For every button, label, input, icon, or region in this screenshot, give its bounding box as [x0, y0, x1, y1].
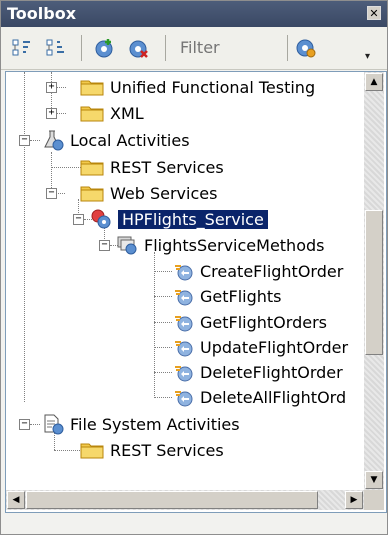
toolbar: ▾ — [1, 27, 387, 70]
tree-item-local-activities[interactable]: Local Activities — [42, 127, 190, 153]
scroll-left-button[interactable]: ◀ — [7, 491, 25, 509]
sort-descending-icon[interactable] — [45, 37, 67, 59]
add-service-icon[interactable] — [93, 37, 115, 59]
tree-item-label: GetFlights — [200, 286, 282, 306]
tree-line — [54, 450, 80, 451]
tree-item-label: Local Activities — [70, 130, 190, 150]
toolbox-tree: + Unified Functional Testing + XML − Loc… — [5, 71, 387, 513]
title-bar: Toolbox ✕ — [1, 1, 387, 27]
tree-item-flights-service-methods[interactable]: FlightsServiceMethods — [116, 232, 324, 258]
folder-icon — [80, 184, 104, 202]
sort-ascending-icon[interactable] — [11, 37, 33, 59]
toolbar-separator — [287, 35, 288, 61]
tree-item-label: DeleteAllFlightOrd — [200, 387, 347, 407]
method-icon — [172, 386, 194, 408]
method-icon — [172, 285, 194, 307]
tree-item-hpflights-service[interactable]: HPFlights_Service — [90, 206, 269, 232]
collapse-toggle[interactable]: − — [99, 240, 110, 251]
folder-icon — [80, 158, 104, 176]
folder-icon — [80, 78, 104, 96]
tree-line — [30, 140, 40, 141]
tree-item-web-services[interactable]: Web Services — [80, 180, 217, 206]
tree-item-label: DeleteFlightOrder — [200, 362, 343, 382]
tree-item-unified-functional-testing[interactable]: Unified Functional Testing — [80, 74, 315, 100]
tree-item-label: REST Services — [110, 440, 224, 460]
toolbar-overflow-icon[interactable]: ▾ — [365, 51, 370, 62]
refresh-service-icon[interactable] — [295, 37, 317, 59]
tree-line — [154, 397, 172, 398]
collapse-toggle[interactable]: − — [73, 214, 84, 225]
tree-item-method[interactable]: UpdateFlightOrder — [172, 334, 348, 360]
tree-item-label: UpdateFlightOrder — [200, 337, 349, 357]
tree-line — [154, 347, 172, 348]
tree-item-label: CreateFlightOrder — [200, 261, 344, 281]
tree-item-label: HPFlights_Service — [117, 208, 269, 230]
tree-item-method[interactable]: GetFlights — [172, 283, 282, 309]
collapse-toggle[interactable]: − — [19, 419, 30, 430]
remove-service-icon[interactable] — [127, 37, 149, 59]
tree-line — [154, 252, 155, 398]
toolbar-separator — [81, 35, 82, 61]
tree-line — [30, 424, 40, 425]
tree-line — [24, 72, 25, 402]
collapse-toggle[interactable]: − — [46, 188, 57, 199]
window-title: Toolbox — [7, 4, 77, 23]
scroll-down-button[interactable]: ▼ — [365, 471, 383, 489]
filter-input[interactable] — [174, 34, 280, 60]
tree-line — [154, 322, 172, 323]
horizontal-scrollbar[interactable]: ◀ ▶ — [6, 490, 364, 510]
folder-icon — [80, 104, 104, 122]
method-icon — [172, 336, 194, 358]
file-system-icon — [44, 414, 64, 435]
tree-item-rest-services[interactable]: REST Services — [80, 437, 224, 463]
tree-item-label: REST Services — [110, 157, 224, 177]
tree-item-label: Web Services — [110, 183, 218, 203]
toolbox-window: Toolbox ✕ Filter ▾ + Unified Functional … — [0, 0, 388, 535]
tree-item-label: FlightsServiceMethods — [144, 235, 325, 255]
scrollbar-corner — [364, 490, 384, 510]
expand-toggle[interactable]: + — [46, 108, 57, 119]
vertical-scroll-thumb[interactable] — [365, 210, 383, 355]
scroll-up-button[interactable]: ▲ — [365, 73, 383, 91]
tree-item-label: XML — [110, 103, 144, 123]
tree-line — [154, 271, 172, 272]
scroll-right-button[interactable]: ▶ — [345, 491, 363, 509]
collapse-toggle[interactable]: − — [19, 135, 30, 146]
tree-item-rest-services[interactable]: REST Services — [80, 154, 224, 180]
tree-item-label: Unified Functional Testing — [110, 77, 316, 97]
folder-icon — [80, 441, 104, 459]
service-methods-icon — [117, 236, 137, 255]
web-service-icon — [91, 209, 111, 229]
vertical-scrollbar[interactable]: ▲ ▼ — [364, 72, 384, 490]
method-icon — [172, 260, 194, 282]
expand-toggle[interactable]: + — [46, 82, 57, 93]
flask-icon — [44, 130, 64, 151]
tree-item-file-system-activities[interactable]: File System Activities — [42, 411, 240, 437]
method-icon — [172, 361, 194, 383]
horizontal-scroll-thumb[interactable] — [26, 491, 318, 509]
tree-item-xml[interactable]: XML — [80, 100, 144, 126]
tree-item-label: File System Activities — [70, 414, 240, 434]
method-icon — [172, 311, 194, 333]
tree-line — [154, 372, 172, 373]
tree-item-label: GetFlightOrders — [200, 312, 327, 332]
tree-line — [51, 167, 81, 168]
tree-line — [154, 296, 172, 297]
tree-item-method[interactable]: DeleteAllFlightOrd — [172, 384, 346, 410]
toolbar-separator — [165, 35, 166, 61]
close-button[interactable]: ✕ — [367, 6, 381, 20]
tree-item-method[interactable]: CreateFlightOrder — [172, 258, 343, 284]
tree-item-method[interactable]: DeleteFlightOrder — [172, 359, 343, 385]
tree-item-method[interactable]: GetFlightOrders — [172, 309, 327, 335]
